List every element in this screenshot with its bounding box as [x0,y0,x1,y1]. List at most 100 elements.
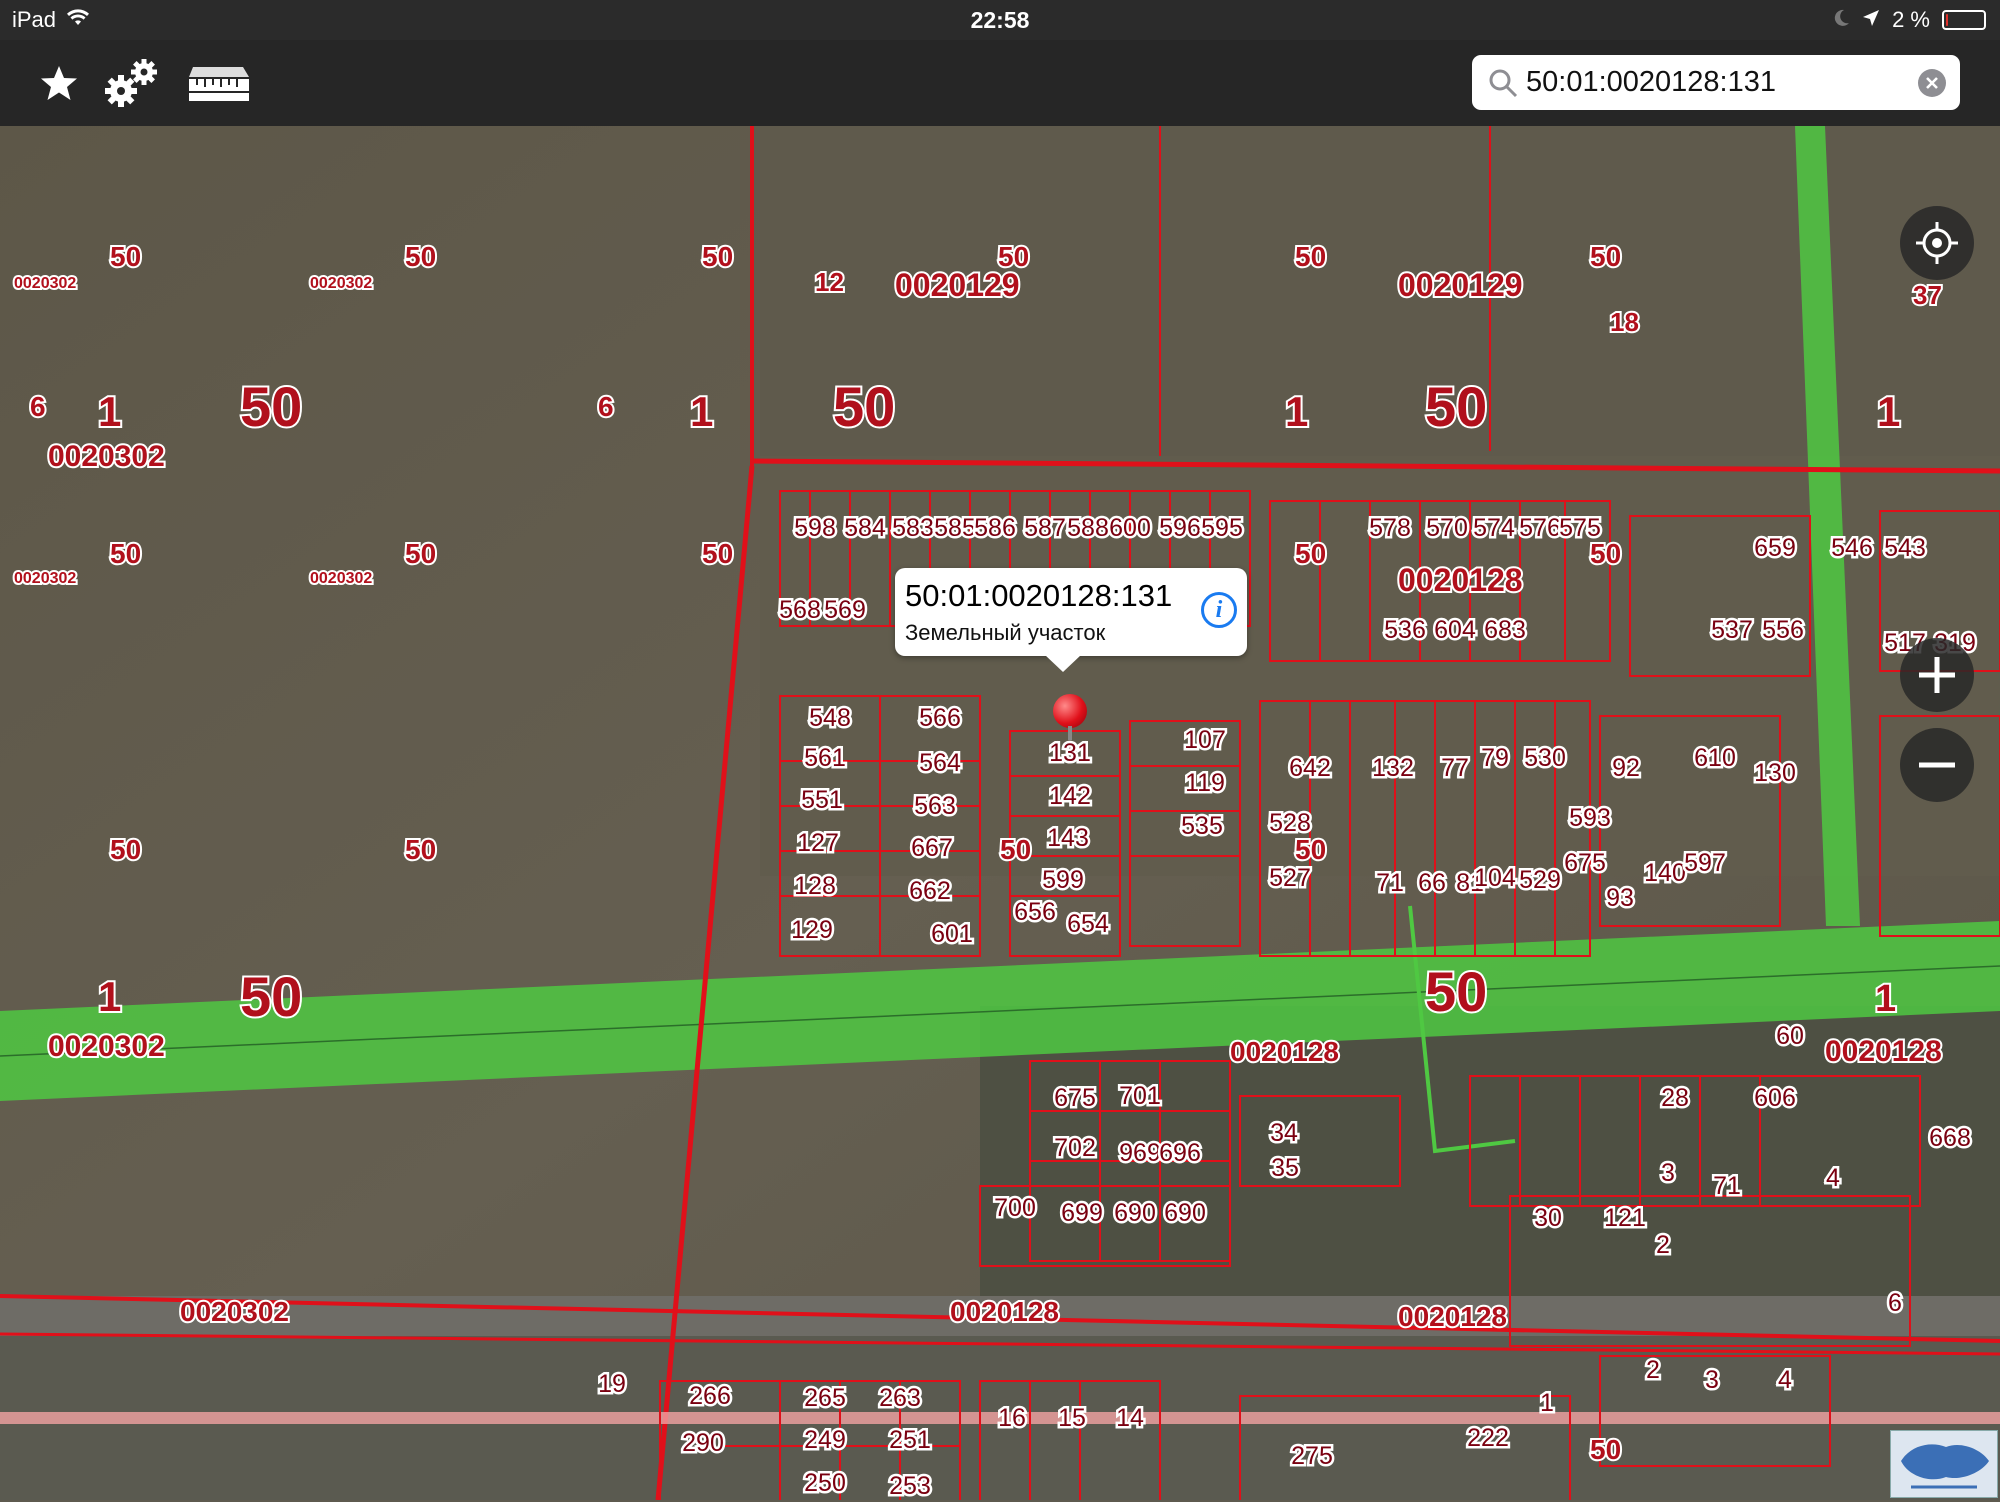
plot-number: 60 [1776,1022,1804,1050]
plot-number: 3 [1661,1159,1675,1187]
plot-number: 129 [791,916,833,944]
district-label: 0020302 [14,275,76,292]
plot-number: 604 [1434,616,1476,644]
region-number: 1 [98,973,121,1020]
region-code: 50 [110,538,141,569]
clear-search-button[interactable] [1918,69,1946,97]
plot-number: 575 [1559,514,1601,542]
favorites-button[interactable] [24,50,94,116]
district-label: 0020129 [895,267,1020,303]
gears-icon [105,59,157,107]
plot-number: 700 [994,1194,1036,1222]
plot-number: 595 [1201,514,1243,542]
region-code: 50 [998,241,1029,272]
plot-number: 586 [974,514,1016,542]
plot-number: 16 [998,1404,1026,1432]
plot-number: 71 [1713,1172,1741,1200]
ruler-button[interactable] [184,50,254,116]
locate-button[interactable] [1900,206,1974,280]
pin-stick [1068,726,1072,740]
plot-number: 564 [919,749,961,777]
plot-number: 6 [1888,1289,1902,1317]
moon-icon [1834,7,1850,33]
plot-number: 71 [1376,869,1404,897]
ruler-icon [189,67,249,101]
info-button[interactable]: i [1201,592,1237,628]
settings-button[interactable] [96,50,166,116]
plot-number: 593 [1569,804,1611,832]
plot-number: 253 [889,1472,931,1500]
plot-number: 127 [797,829,839,857]
plot-number: 132 [1372,754,1414,782]
region-number: 50 [240,965,302,1028]
plot-number: 92 [1612,754,1640,782]
region-code: 50 [110,834,141,865]
district-label: 0020302 [14,570,76,587]
toolbar [0,40,2000,126]
location-arrow-icon [1862,7,1880,33]
plot-number: 588 [1067,514,1109,542]
parcel-callout[interactable]: 50:01:0020128:131 Земельный участок i [895,568,1247,672]
callout-subtitle: Земельный участок [905,620,1106,645]
plot-number: 15 [1058,1404,1086,1432]
plot-number: 563 [914,792,956,820]
plot-number: 543 [1884,534,1926,562]
cadastral-map[interactable]: 0020302 0020302 0020129 0020129 0020128 … [0,126,2000,1500]
region-number: 12 [815,267,844,297]
plot-number: 1 [1540,1389,1554,1417]
clear-icon [1926,77,1938,89]
plot-number: 601 [931,920,973,948]
region-code: 50 [702,538,733,569]
plot-number: 568 [779,596,821,624]
region-number: 1 [1877,388,1900,435]
search-icon [1489,69,1518,98]
plot-number: 551 [801,786,843,814]
district-label: 0020302 [310,275,372,292]
plot-number: 529 [1519,866,1561,894]
plot-number: 275 [1291,1442,1333,1470]
plot-number: 250 [804,1469,846,1497]
plot-number: 3 [1705,1366,1719,1394]
search-bar[interactable] [1472,55,1960,110]
plot-number: 527 [1269,864,1311,892]
plot-number: 93 [1606,884,1634,912]
plot-number: 251 [889,1426,931,1454]
region-code: 50 [1000,834,1031,865]
region-number: 6 [30,391,46,422]
search-input[interactable] [1526,61,1906,103]
district-label: 0020128 [1398,1301,1507,1332]
map-view[interactable]: 0020302 0020302 0020129 0020129 0020128 … [0,126,2000,1500]
plot-number: 104 [1474,864,1516,892]
zoom-in-button[interactable] [1900,638,1974,712]
plot-number: 107 [1184,726,1226,754]
plot-number: 597 [1684,849,1726,877]
plot-number: 2 [1646,1356,1660,1384]
plot-number: 667 [911,834,953,862]
minus-icon [1919,762,1955,768]
zoom-out-button[interactable] [1900,728,1974,802]
plot-number: 569 [824,596,866,624]
plot-number: 222 [1467,1424,1509,1452]
district-label: 0020302 [48,440,165,473]
plot-number: 642 [1289,754,1331,782]
status-time: 22:58 [970,7,1030,33]
region-number: 18 [1610,307,1639,337]
locate-icon [1916,222,1958,264]
plot-number: 574 [1473,514,1515,542]
plot-number: 659 [1754,534,1796,562]
region-number: 1 [1285,388,1308,435]
battery-percent: 2 % [1892,7,1930,32]
plot-number: 546 [1831,534,1873,562]
district-label: 0020302 [310,570,372,587]
selected-parcel-pin[interactable] [1053,694,1087,728]
plot-number: 578 [1369,514,1411,542]
plot-number: 130 [1754,759,1796,787]
plot-number: 696 [1159,1139,1201,1167]
region-number: 37 [1913,280,1942,310]
battery-level [1946,14,1948,26]
plot-number: 548 [809,704,851,732]
plot-number: 610 [1694,744,1736,772]
district-label: 0020129 [1398,267,1523,303]
callout-title: 50:01:0020128:131 [905,578,1173,613]
region-number: 1 [690,388,713,435]
